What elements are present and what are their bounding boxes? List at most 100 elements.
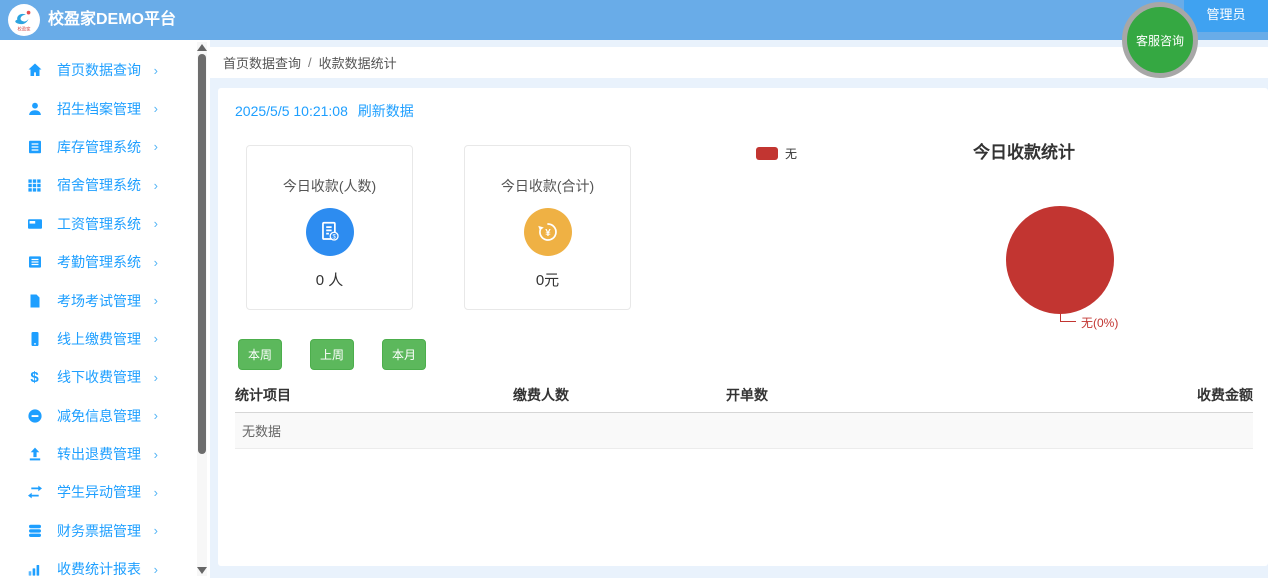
scroll-down-icon[interactable] <box>197 567 207 574</box>
upload-icon <box>26 446 43 463</box>
chevron-right-icon: › <box>153 177 158 193</box>
app-title: 校盈家DEMO平台 <box>48 11 177 28</box>
sidebar-item-label: 转出退费管理 <box>57 446 141 463</box>
ledger-icon <box>26 138 43 155</box>
sidebar-item-waiver-info[interactable]: 减免信息管理 › <box>0 397 210 435</box>
sidebar-item-admissions-archive[interactable]: 招生档案管理 › <box>0 89 210 127</box>
sidebar-item-label: 考场考试管理 <box>57 292 141 309</box>
chevron-right-icon: › <box>153 484 158 500</box>
stat-card-today-total: 今日收款(合计) ¥ 0元 <box>464 145 631 310</box>
sidebar-item-offline-payment[interactable]: $ 线下收费管理 › <box>0 358 210 396</box>
bar-chart-icon <box>26 561 43 578</box>
sidebar-item-label: 收费统计报表 <box>57 561 141 578</box>
sidebar: 首页数据查询 › 招生档案管理 › 库存管理系统 › 宿舍管理系统 › 工资管理… <box>0 40 210 578</box>
chevron-right-icon: › <box>153 254 158 270</box>
sidebar-item-label: 线上缴费管理 <box>57 330 141 347</box>
sidebar-item-student-movement[interactable]: 学生异动管理 › <box>0 473 210 511</box>
customer-service-button[interactable]: 客服咨询 <box>1122 2 1198 78</box>
exchange-icon <box>26 484 43 501</box>
chevron-right-icon: › <box>153 369 158 385</box>
column-header-stat-item: 统计项目 <box>235 382 513 413</box>
pie-label-line <box>1060 321 1076 322</box>
statistics-table: 统计项目 缴费人数 开单数 收费金额 无数据 <box>235 382 1253 449</box>
filter-button-this-week[interactable]: 本周 <box>238 339 283 370</box>
admin-menu-button[interactable]: 管理员 <box>1184 0 1268 32</box>
sidebar-item-fee-report[interactable]: 收费统计报表 › <box>0 550 210 578</box>
table-header-row: 统计项目 缴费人数 开单数 收费金额 <box>235 382 1253 413</box>
sidebar-item-label: 减免信息管理 <box>57 407 141 424</box>
sidebar-item-label: 考勤管理系统 <box>57 254 141 271</box>
user-icon <box>26 100 43 117</box>
sidebar-item-label: 财务票据管理 <box>57 522 141 539</box>
sidebar-item-label: 首页数据查询 <box>57 62 141 79</box>
breadcrumb-current: 收款数据统计 <box>318 56 397 71</box>
refresh-row: 2025/5/5 10:21:08 刷新数据 <box>235 101 414 121</box>
app-header: 校盈家 校盈家DEMO平台 管理员 <box>0 0 1268 40</box>
svg-text:校盈家: 校盈家 <box>18 25 32 32</box>
grid-icon <box>26 177 43 194</box>
sidebar-item-label: 学生异动管理 <box>57 484 141 501</box>
chevron-right-icon: › <box>153 561 158 577</box>
sidebar-item-label: 库存管理系统 <box>57 138 141 155</box>
column-header-fee-amount: 收费金额 <box>1093 382 1253 413</box>
sidebar-item-inventory-system[interactable]: 库存管理系统 › <box>0 128 210 166</box>
sidebar-item-online-payment[interactable]: 线上缴费管理 › <box>0 320 210 358</box>
sidebar-item-home-data-query[interactable]: 首页数据查询 › <box>0 51 210 89</box>
chevron-right-icon: › <box>153 101 158 117</box>
chevron-right-icon: › <box>153 523 158 539</box>
chart-legend-item[interactable]: 无 <box>756 145 797 162</box>
minus-circle-icon <box>26 407 43 424</box>
chevron-right-icon: › <box>153 446 158 462</box>
stat-card-title: 今日收款(合计) <box>500 178 595 194</box>
scrollbar-thumb[interactable] <box>198 54 206 454</box>
sidebar-scrollbar[interactable] <box>197 42 207 576</box>
sidebar-item-label: 线下收费管理 <box>57 369 141 386</box>
scroll-up-icon[interactable] <box>197 44 207 51</box>
chevron-right-icon: › <box>153 216 158 232</box>
sidebar-nav: 首页数据查询 › 招生档案管理 › 库存管理系统 › 宿舍管理系统 › 工资管理… <box>0 40 210 578</box>
sidebar-item-exam-management[interactable]: 考场考试管理 › <box>0 281 210 319</box>
refresh-data-link[interactable]: 刷新数据 <box>358 103 414 119</box>
stat-card-value: 0元 <box>535 272 560 289</box>
filter-button-this-month[interactable]: 本月 <box>382 339 427 370</box>
chevron-right-icon: › <box>153 408 158 424</box>
mobile-icon <box>26 330 43 347</box>
sidebar-item-salary-system[interactable]: 工资管理系统 › <box>0 205 210 243</box>
receipt-money-icon: $ <box>305 208 354 256</box>
legend-label: 无 <box>785 147 798 161</box>
chart-title: 今日收款统计 <box>973 143 1075 162</box>
home-icon <box>26 62 43 79</box>
breadcrumb-parent[interactable]: 首页数据查询 <box>223 53 301 72</box>
sidebar-item-label: 宿舍管理系统 <box>57 177 141 194</box>
app-logo: 校盈家 <box>8 4 40 36</box>
chevron-right-icon: › <box>153 331 158 347</box>
chevron-right-icon: › <box>153 139 158 155</box>
refresh-yen-icon: ¥ <box>523 208 572 256</box>
empty-data-text: 无数据 <box>235 412 1253 449</box>
sidebar-item-attendance-system[interactable]: 考勤管理系统 › <box>0 243 210 281</box>
svg-text:¥: ¥ <box>545 228 551 239</box>
chevron-right-icon: › <box>153 293 158 309</box>
sidebar-item-label: 工资管理系统 <box>57 215 141 232</box>
sidebar-item-transfer-refund[interactable]: 转出退费管理 › <box>0 435 210 473</box>
pie-slice[interactable] <box>1006 206 1114 314</box>
stat-card-value: 0 人 <box>315 272 344 289</box>
pie-label-line <box>1060 304 1061 321</box>
pie-slice-label: 无(0%) <box>1081 316 1119 330</box>
filter-button-last-week[interactable]: 上周 <box>310 339 355 370</box>
breadcrumb: 首页数据查询 / 收款数据统计 <box>210 47 1268 78</box>
chevron-right-icon: › <box>153 62 158 78</box>
stat-card-today-payers: 今日收款(人数) $ 0 人 <box>246 145 413 310</box>
column-header-order-count: 开单数 <box>726 382 1093 413</box>
filter-button-row: 本周 上周 本月 <box>238 339 454 370</box>
column-header-payer-count: 缴费人数 <box>513 382 726 413</box>
notebook-icon <box>26 254 43 271</box>
breadcrumb-separator: / <box>308 55 312 70</box>
content-card: 2025/5/5 10:21:08 刷新数据 今日收款(人数) $ 0 人 今日… <box>218 88 1268 566</box>
legend-swatch <box>756 147 778 160</box>
table-empty-row: 无数据 <box>235 412 1253 449</box>
sidebar-item-finance-invoice[interactable]: 财务票据管理 › <box>0 512 210 550</box>
dollar-icon: $ <box>30 368 39 386</box>
sidebar-item-dormitory-system[interactable]: 宿舍管理系统 › <box>0 166 210 204</box>
database-icon <box>26 522 43 539</box>
